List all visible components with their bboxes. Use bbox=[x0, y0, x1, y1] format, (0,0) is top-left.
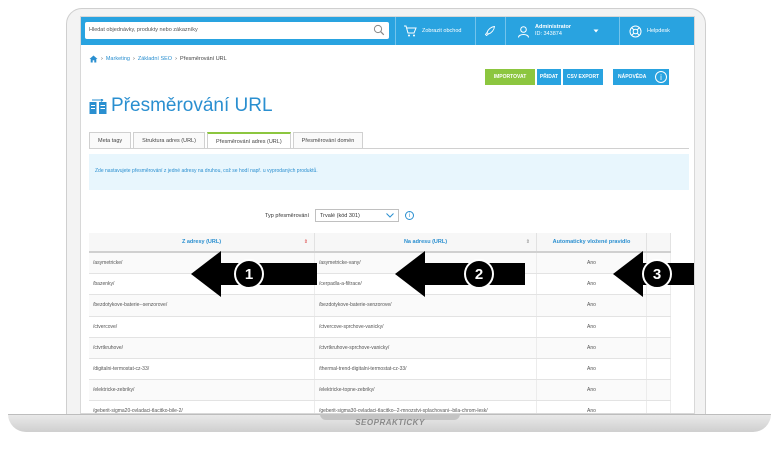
actions-cell bbox=[647, 358, 671, 380]
callout-number-2: 2 bbox=[475, 266, 483, 283]
auto-rule-cell: Ano bbox=[537, 380, 647, 401]
tab-url-structure[interactable]: Struktura adres (URL) bbox=[133, 132, 205, 148]
search-icon[interactable] bbox=[373, 24, 385, 36]
tab-url-redirects[interactable]: Přesměrování adres (URL) bbox=[206, 132, 291, 149]
redirect-type-select[interactable]: Trvalé (kód 301) bbox=[315, 209, 400, 222]
auto-rule-cell: Ano bbox=[537, 401, 647, 413]
chevron-down-icon bbox=[593, 29, 599, 33]
user-menu[interactable]: Administrator ID: 343874 bbox=[517, 17, 604, 45]
help-button[interactable]: NÁPOVĚDA i bbox=[613, 69, 669, 85]
user-id: ID: 343874 bbox=[535, 31, 562, 37]
redirect-type-value: Trvalé (kód 301) bbox=[320, 212, 360, 219]
breadcrumb: › Marketing › Základní SEO › Přesměrován… bbox=[89, 55, 227, 63]
tab-meta-tags[interactable]: Meta tagy bbox=[89, 132, 132, 148]
redirect-page-icon bbox=[89, 99, 107, 114]
callout-arrow-3: 3 bbox=[613, 251, 694, 297]
to-url-cell[interactable]: /elektricke-topne-zebriky/ bbox=[315, 380, 537, 401]
add-button[interactable]: PŘIDAT bbox=[537, 69, 561, 85]
lifebuoy-icon bbox=[629, 25, 642, 37]
user-icon bbox=[518, 25, 529, 38]
auto-rule-cell: Ano bbox=[537, 316, 647, 337]
helpdesk-label: Helpdesk bbox=[647, 28, 670, 34]
callout-number-3: 3 bbox=[653, 266, 661, 283]
breadcrumb-current: Přesměrování URL bbox=[179, 56, 227, 62]
actions-cell bbox=[647, 401, 671, 413]
csv-export-button[interactable]: CSV EXPORT bbox=[563, 69, 603, 85]
tabs-divider bbox=[89, 148, 689, 149]
app-screen: Hledat objednávky, produkty nebo zákazní… bbox=[80, 16, 695, 414]
help-button-label: NÁPOVĚDA bbox=[618, 74, 647, 80]
actions-cell bbox=[647, 337, 671, 358]
table-row[interactable]: /ctvercove//ctvercove-sprchove-vanicky/A… bbox=[89, 316, 671, 338]
breadcrumb-sep: › bbox=[133, 56, 135, 62]
callout-arrow-1: 1 bbox=[191, 251, 317, 297]
header-from-url-label: Z adresy (URL) bbox=[181, 239, 222, 245]
helpdesk-link[interactable]: Helpdesk bbox=[629, 17, 670, 45]
breadcrumb-basic-seo[interactable]: Základní SEO bbox=[138, 56, 172, 62]
rocket-icon bbox=[484, 26, 495, 37]
header-to-url-label: Na adresu (URL) bbox=[403, 239, 448, 245]
tab-bar: Meta tagy Struktura adres (URL) Přesměro… bbox=[89, 132, 365, 149]
to-url-cell[interactable]: /geberit-sigma30-ovladaci-tlacitko--2-mn… bbox=[315, 401, 537, 413]
redirects-table: Z adresy (URL) ⇕ Na adresu (URL) ⇕ Automat… bbox=[89, 233, 671, 413]
breadcrumb-marketing[interactable]: Marketing bbox=[106, 56, 130, 62]
import-button[interactable]: IMPORTOVAT bbox=[485, 69, 535, 85]
table-row[interactable]: /digitalni-termostat-cz-33//thermal-tren… bbox=[89, 358, 671, 381]
auto-rule-cell: Ano bbox=[537, 358, 647, 380]
to-url-cell[interactable]: /thermal-trend-digitalni-termostat-cz-33… bbox=[315, 358, 537, 380]
table-row[interactable]: /ctvrtkruhove//ctvrtkruhove-sprchove-van… bbox=[89, 337, 671, 359]
separator bbox=[619, 17, 620, 45]
page-title: Přesměrování URL bbox=[111, 95, 273, 116]
from-url-cell[interactable]: /ctvercove/ bbox=[89, 316, 315, 337]
info-icon: i bbox=[655, 71, 667, 83]
home-icon[interactable] bbox=[89, 55, 98, 63]
info-text: Zde nastavujete přesměrování z jedné adr… bbox=[95, 168, 318, 174]
user-name: Administrator bbox=[535, 24, 572, 30]
callout-number-1: 1 bbox=[245, 266, 253, 283]
table-row[interactable]: /bezdotykove-baterie--senzorove//bezdoty… bbox=[89, 295, 671, 317]
search-placeholder: Hledat objednávky, produkty nebo zákazní… bbox=[89, 27, 198, 33]
separator bbox=[395, 17, 396, 45]
top-bar: Hledat objednávky, produkty nebo zákazní… bbox=[81, 17, 694, 45]
table-row[interactable]: /asymetricke//asymetricke-vany/Ano bbox=[89, 253, 671, 275]
redirect-type-label: Typ přesměrování bbox=[265, 212, 310, 219]
to-url-cell[interactable]: /ctvercove-sprchove-vanicky/ bbox=[315, 316, 537, 337]
cart-icon bbox=[404, 25, 417, 37]
chevron-down-icon bbox=[386, 213, 394, 218]
info-box: Zde nastavujete přesměrování z jedné adr… bbox=[89, 154, 689, 190]
from-url-cell[interactable]: /geberit-sigma20-ovladaci-tlacitko-bile-… bbox=[89, 401, 315, 413]
rocket-button[interactable] bbox=[484, 17, 501, 45]
search-input[interactable]: Hledat objednávky, produkty nebo zákazní… bbox=[85, 22, 389, 39]
view-store-link[interactable]: Zobrazit obchod bbox=[403, 17, 461, 45]
to-url-cell[interactable]: /ctvrtkruhove-sprchove-vanicky/ bbox=[315, 337, 537, 358]
redirect-type-row: Typ přesměrování Trvalé (kód 301) i bbox=[265, 209, 415, 222]
table-row[interactable]: /bazenky//cerpadla-a-filtrace/Ano bbox=[89, 274, 671, 296]
sort-icon: ⇕ bbox=[525, 239, 530, 245]
seopraktricky-logo: SEOPRAKTICKY bbox=[355, 418, 425, 427]
from-url-cell[interactable]: /digitalni-termostat-cz-33/ bbox=[89, 358, 315, 380]
actions-cell bbox=[647, 316, 671, 337]
auto-rule-cell: Ano bbox=[537, 337, 647, 358]
table-body: /asymetricke//asymetricke-vany/Ano/bazen… bbox=[89, 253, 671, 413]
callout-arrow-2: 2 bbox=[395, 251, 525, 297]
view-store-label: Zobrazit obchod bbox=[422, 28, 462, 34]
tab-domain-redirects[interactable]: Přesměrování domén bbox=[292, 132, 364, 148]
table-header: Z adresy (URL) ⇕ Na adresu (URL) ⇕ Automat… bbox=[89, 233, 671, 253]
actions-cell bbox=[647, 380, 671, 401]
sort-icon: ⇕ bbox=[303, 239, 308, 245]
from-url-cell[interactable]: /elektricke-zebriky/ bbox=[89, 380, 315, 401]
table-row[interactable]: /elektricke-zebriky//elektricke-topne-ze… bbox=[89, 380, 671, 402]
breadcrumb-sep: › bbox=[101, 56, 103, 62]
table-row[interactable]: /geberit-sigma20-ovladaci-tlacitko-bile-… bbox=[89, 401, 671, 413]
separator bbox=[505, 17, 506, 45]
separator bbox=[475, 17, 476, 45]
breadcrumb-sep: › bbox=[175, 56, 177, 62]
from-url-cell[interactable]: /ctvrtkruhove/ bbox=[89, 337, 315, 358]
header-auto-rule-label: Automaticky vložené pravidlo bbox=[552, 239, 631, 245]
info-icon[interactable]: i bbox=[405, 211, 415, 220]
